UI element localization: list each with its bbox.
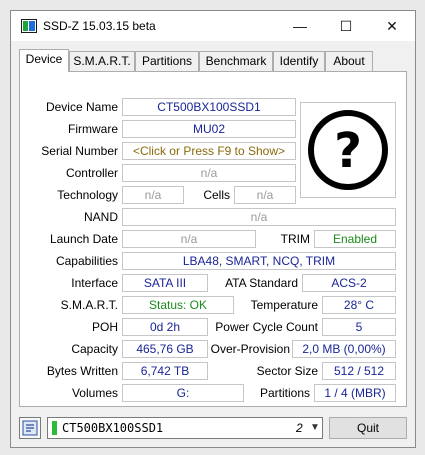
app-icon	[21, 19, 37, 33]
launch-date-value: n/a	[122, 230, 256, 248]
tab-partitions[interactable]: Partitions	[135, 51, 199, 71]
technology-value: n/a	[122, 186, 184, 204]
device-panel: Device Name CT500BX100SSD1 Firmware MU02…	[19, 71, 407, 407]
serial-number-value[interactable]: <Click or Press F9 to Show>	[122, 142, 296, 160]
ssdz-window: SSD-Z 15.03.15 beta — ☐ ✕ Device S.M.A.R…	[10, 10, 416, 448]
poh-label: POH	[91, 320, 118, 334]
interface-value: SATA III	[122, 274, 208, 292]
drive-status-indicator	[52, 421, 57, 435]
trim-label: TRIM	[280, 232, 310, 246]
temperature-value: 28° C	[322, 296, 396, 314]
launch-date-label: Launch Date	[49, 232, 118, 246]
drive-select[interactable]: CT500BX100SSD1 2 ▼	[47, 417, 323, 439]
tab-benchmark[interactable]: Benchmark	[199, 51, 273, 71]
ata-standard-label: ATA Standard	[225, 276, 298, 290]
trim-value: Enabled	[314, 230, 396, 248]
power-cycle-value: 5	[322, 318, 396, 336]
cells-value: n/a	[234, 186, 296, 204]
smart-label: S.M.A.R.T.	[60, 298, 118, 312]
partitions-value: 1 / 4 (MBR)	[314, 384, 396, 402]
partitions-label: Partitions	[259, 386, 310, 400]
smart-status-value: Status: OK	[122, 296, 234, 314]
tab-smart[interactable]: S.M.A.R.T.	[69, 51, 135, 71]
close-button[interactable]: ✕	[369, 11, 415, 41]
capacity-label: Capacity	[71, 342, 118, 356]
sector-size-label: Sector Size	[256, 364, 318, 378]
nand-label: NAND	[83, 210, 118, 224]
help-box[interactable]: ?	[300, 102, 396, 198]
device-name-value: CT500BX100SSD1	[122, 98, 296, 116]
firmware-label: Firmware	[68, 122, 118, 136]
temperature-label: Temperature	[250, 298, 318, 312]
volumes-label: Volumes	[71, 386, 118, 400]
chevron-down-icon[interactable]: ▼	[308, 418, 322, 438]
sector-size-value: 512 / 512	[322, 362, 396, 380]
drive-info-icon	[22, 420, 38, 436]
bytes-written-label: Bytes Written	[46, 364, 118, 378]
capacity-value: 465,76 GB	[122, 340, 208, 358]
firmware-value: MU02	[122, 120, 296, 138]
title-bar[interactable]: SSD-Z 15.03.15 beta — ☐ ✕	[11, 11, 415, 41]
tab-identify[interactable]: Identify	[273, 51, 325, 71]
tab-about[interactable]: About	[325, 51, 373, 71]
ata-standard-value: ACS-2	[302, 274, 396, 292]
question-mark: ?	[334, 123, 362, 179]
cells-label: Cells	[203, 188, 230, 202]
bytes-written-value: 6,742 TB	[122, 362, 208, 380]
poh-value: 0d 2h	[122, 318, 208, 336]
volumes-value: G:	[122, 384, 244, 402]
drive-number: 2	[296, 421, 303, 435]
capabilities-label: Capabilities	[55, 254, 118, 268]
quit-button[interactable]: Quit	[329, 417, 407, 439]
nand-value: n/a	[122, 208, 396, 226]
capabilities-value: LBA48, SMART, NCQ, TRIM	[122, 252, 396, 270]
over-provision-label: Over-Provision	[210, 342, 290, 356]
refresh-drive-icon[interactable]	[19, 417, 41, 439]
tab-device[interactable]: Device	[19, 49, 69, 72]
question-icon: ?	[308, 110, 388, 190]
serial-number-label: Serial Number	[41, 144, 118, 158]
minimize-button[interactable]: —	[277, 11, 323, 41]
drive-select-value: CT500BX100SSD1	[62, 421, 164, 435]
over-provision-value: 2,0 MB (0,00%)	[292, 340, 396, 358]
controller-value: n/a	[122, 164, 296, 182]
interface-label: Interface	[71, 276, 118, 290]
controller-label: Controller	[65, 166, 118, 180]
window-title: SSD-Z 15.03.15 beta	[43, 19, 156, 33]
technology-label: Technology	[57, 188, 118, 202]
power-cycle-label: Power Cycle Count	[215, 320, 318, 334]
maximize-button[interactable]: ☐	[323, 11, 369, 41]
device-name-label: Device Name	[45, 100, 118, 114]
